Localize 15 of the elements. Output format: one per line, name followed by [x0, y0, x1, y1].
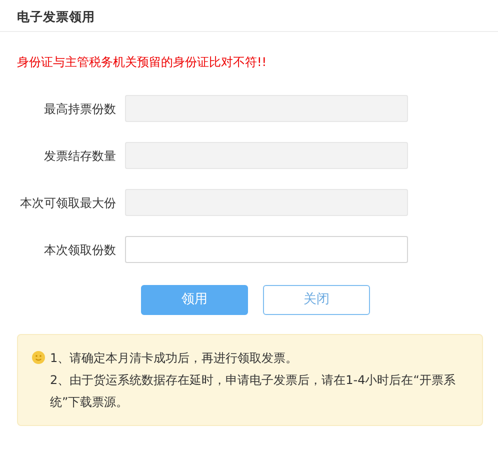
field-label: 本次领取份数 — [43, 242, 117, 258]
notice-text: 2、由于货运系统数据存在延时，申请电子发票后，请在1-4小时后在“开票系统”下载票源。 — [50, 372, 456, 411]
notice-text: 1、请确定本月清卡成功后，再进行领取发票。 — [50, 350, 299, 367]
error-message: 身份证与主管税务机关预留的身份证比对不符!! — [17, 54, 268, 71]
field-label: 最高持票份数 — [43, 100, 117, 118]
input-field[interactable] — [125, 236, 408, 263]
field-label: 本次可领取最大份 — [19, 194, 117, 212]
input-field[interactable] — [125, 95, 408, 122]
close-button[interactable]: 关闭 — [263, 285, 370, 315]
dialog-title: 电子发票领用 — [17, 9, 95, 24]
smiley-icon — [32, 351, 45, 364]
field-label: 发票结存数量 — [43, 148, 117, 164]
input-field[interactable] — [125, 189, 408, 216]
submit-button[interactable]: 领用 — [141, 285, 248, 315]
input-field[interactable] — [125, 142, 408, 169]
